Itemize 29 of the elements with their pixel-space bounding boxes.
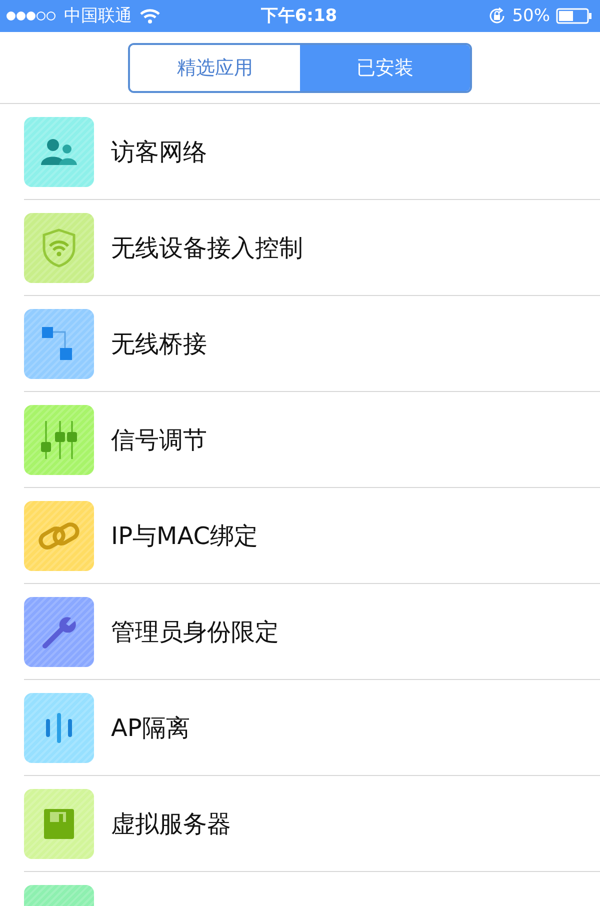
list-item[interactable]: 信号调节 [24,392,600,488]
list-item[interactable]: 无线桥接 [24,296,600,392]
item-label: 信号调节 [111,424,207,456]
rotation-lock-icon [488,7,506,25]
people-icon [41,138,77,166]
item-label: 管理员身份限定 [111,616,279,648]
wifi-icon [140,8,160,24]
list-item[interactable]: AP隔离 [24,680,600,776]
app-tile [24,885,94,906]
signal-icon [6,10,56,22]
list-item[interactable]: 虚拟服务器 [24,776,600,872]
item-label: 访客网络 [111,136,207,168]
item-label: IP与MAC绑定 [111,520,258,552]
sliders-icon [40,420,78,458]
item-label: 无线设备接入控制 [111,232,303,264]
list-item[interactable]: 管理员身份限定 [24,584,600,680]
carrier-name: 中国联通 [64,6,132,26]
vertical-bars-icon [44,712,74,742]
list-item[interactable]: 无线设备接入控制 [24,200,600,296]
list-item[interactable]: 访客网络 [24,104,600,200]
chain-link-icon [38,520,80,550]
status-time: 下午6:18 [260,6,338,26]
item-label: AP隔离 [111,712,190,744]
battery-percent: 50% [512,6,550,26]
wifi-shield-icon [42,228,76,268]
item-label: 虚拟服务器 [111,808,231,840]
item-label: 无线桥接 [111,328,207,360]
battery-icon [556,8,592,24]
list-item[interactable]: IP与MAC绑定 [24,488,600,584]
